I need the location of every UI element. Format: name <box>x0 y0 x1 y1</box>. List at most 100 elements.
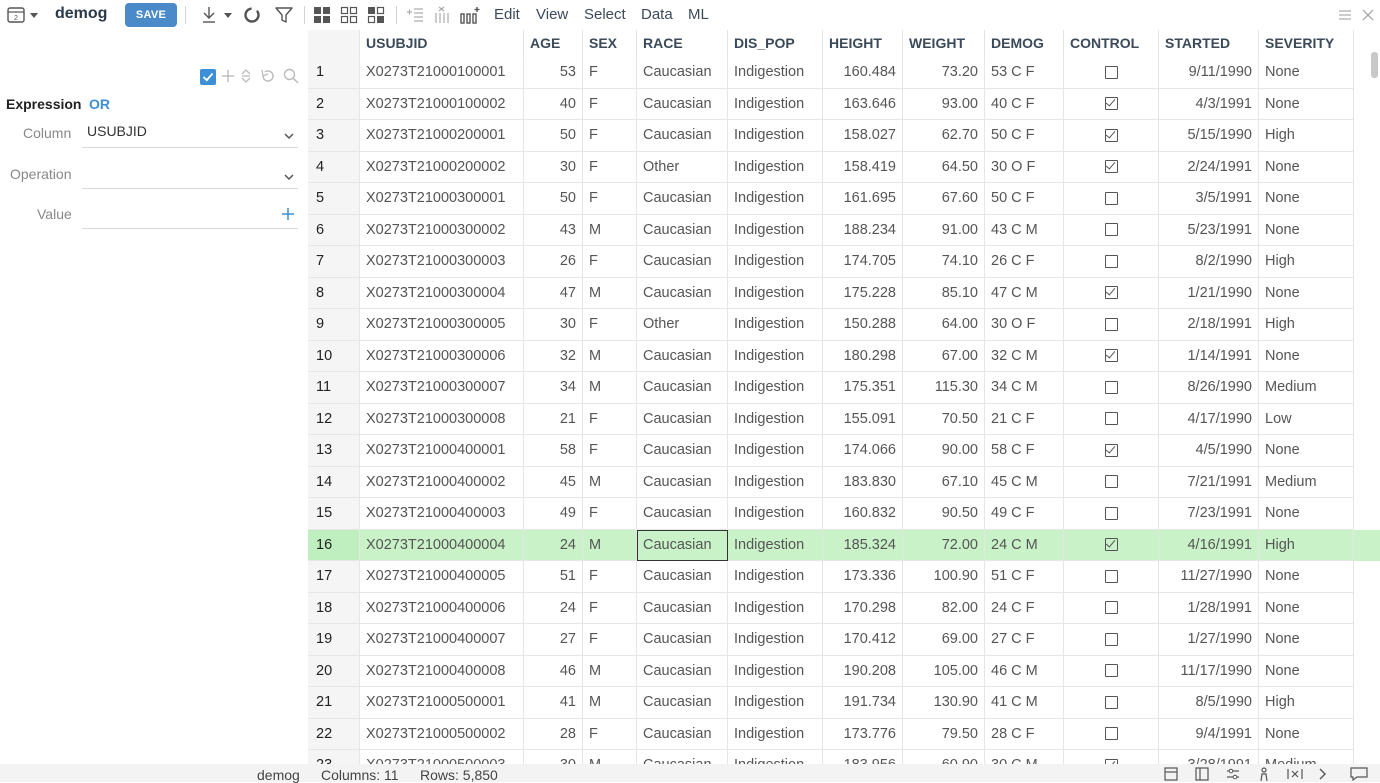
cell-demog[interactable]: 32 C M <box>985 340 1064 372</box>
table-row[interactable]: 12 X0273T21000300008 21 F Caucasian Indigesti… <box>308 403 1380 435</box>
cell-race[interactable]: Caucasian <box>637 403 728 435</box>
cell-sex[interactable]: M <box>583 687 637 719</box>
cell-age[interactable]: 45 <box>524 466 583 498</box>
cell-severity[interactable]: Medium <box>1259 372 1354 404</box>
cell-usubjid[interactable]: X0273T21000100001 <box>360 57 524 89</box>
column-add-icon[interactable] <box>405 5 425 25</box>
cell-started[interactable]: 4/17/1990 <box>1159 403 1259 435</box>
cell-usubjid[interactable]: X0273T21000400002 <box>360 466 524 498</box>
table-row[interactable]: 10 X0273T21000300006 32 M Caucasian Indigesti… <box>308 340 1380 372</box>
caret-down-icon[interactable] <box>223 11 233 19</box>
cell-usubjid[interactable]: X0273T21000300004 <box>360 277 524 309</box>
cell-demog[interactable]: 50 C F <box>985 183 1064 215</box>
cell-race[interactable]: Caucasian <box>637 435 728 467</box>
settings-sliders-icon[interactable] <box>1225 767 1241 781</box>
menu-view[interactable]: View <box>536 6 568 23</box>
cell-weight[interactable]: 67.00 <box>903 340 985 372</box>
checkbox-checked[interactable] <box>1104 286 1118 300</box>
download-icon[interactable] <box>199 6 219 24</box>
cell-weight[interactable]: 115.30 <box>903 372 985 404</box>
checkbox-unchecked[interactable] <box>1104 695 1118 709</box>
cell-demog[interactable]: 30 O F <box>985 309 1064 341</box>
cell-control[interactable] <box>1064 655 1159 687</box>
cell-started[interactable]: 1/14/1991 <box>1159 340 1259 372</box>
cell-control[interactable] <box>1064 687 1159 719</box>
cell-severity[interactable]: None <box>1259 214 1354 246</box>
cell-started[interactable]: 4/5/1990 <box>1159 435 1259 467</box>
cell-dis-pop[interactable]: Indigestion <box>728 624 823 656</box>
cell-severity[interactable]: None <box>1259 592 1354 624</box>
cell-severity[interactable]: None <box>1259 561 1354 593</box>
cell-usubjid[interactable]: X0273T21000300002 <box>360 214 524 246</box>
cell-height[interactable]: 160.484 <box>823 57 903 89</box>
cell-started[interactable]: 4/3/1991 <box>1159 88 1259 120</box>
cell-control[interactable] <box>1064 435 1159 467</box>
cell-demog[interactable]: 58 C F <box>985 435 1064 467</box>
table-row[interactable]: 19 X0273T21000400007 27 F Caucasian Indigesti… <box>308 624 1380 656</box>
cell-sex[interactable]: F <box>583 624 637 656</box>
cell-control[interactable] <box>1064 750 1159 764</box>
table-row[interactable]: 18 X0273T21000400006 24 F Caucasian Indigesti… <box>308 592 1380 624</box>
cell-started[interactable]: 9/11/1990 <box>1159 57 1259 89</box>
cell-dis-pop[interactable]: Indigestion <box>728 88 823 120</box>
menu-data[interactable]: Data <box>641 6 673 23</box>
cell-weight[interactable]: 90.50 <box>903 498 985 530</box>
cell-race[interactable]: Caucasian <box>637 214 728 246</box>
cell-demog[interactable]: 46 C M <box>985 655 1064 687</box>
cell-demog[interactable]: 51 C F <box>985 561 1064 593</box>
cell-sex[interactable]: F <box>583 718 637 750</box>
cell-demog[interactable]: 28 C F <box>985 718 1064 750</box>
cell-severity[interactable]: None <box>1259 718 1354 750</box>
cell-usubjid[interactable]: X0273T21000400005 <box>360 561 524 593</box>
cell-started[interactable]: 5/23/1991 <box>1159 214 1259 246</box>
form-view-icon[interactable] <box>1194 767 1210 781</box>
cell-race[interactable]: Caucasian <box>637 340 728 372</box>
cell-sex[interactable]: F <box>583 561 637 593</box>
cell-age[interactable]: 32 <box>524 340 583 372</box>
checkbox-unchecked[interactable] <box>1104 664 1118 678</box>
cell-demog[interactable]: 53 C F <box>985 57 1064 89</box>
cell-height[interactable]: 190.208 <box>823 655 903 687</box>
cell-sex[interactable]: M <box>583 372 637 404</box>
cell-control[interactable] <box>1064 624 1159 656</box>
column-header[interactable]: DIS_POP <box>728 30 823 57</box>
cell-sex[interactable]: M <box>583 277 637 309</box>
cell-usubjid[interactable]: X0273T21000200002 <box>360 151 524 183</box>
row-number[interactable]: 13 <box>308 435 360 467</box>
cell-dis-pop[interactable]: Indigestion <box>728 120 823 152</box>
cell-started[interactable]: 1/27/1990 <box>1159 624 1259 656</box>
checkbox-checked[interactable] <box>1104 97 1118 111</box>
cell-usubjid[interactable]: X0273T21000300001 <box>360 183 524 215</box>
cell-race[interactable]: Caucasian <box>637 120 728 152</box>
cell-height[interactable]: 170.298 <box>823 592 903 624</box>
cell-control[interactable] <box>1064 529 1159 561</box>
cell-age[interactable]: 51 <box>524 561 583 593</box>
cell-weight[interactable]: 67.10 <box>903 466 985 498</box>
row-number[interactable]: 6 <box>308 214 360 246</box>
row-number[interactable]: 12 <box>308 403 360 435</box>
cell-demog[interactable]: 47 C M <box>985 277 1064 309</box>
cell-age[interactable]: 27 <box>524 624 583 656</box>
cell-started[interactable]: 11/17/1990 <box>1159 655 1259 687</box>
checkbox-checked[interactable] <box>1104 443 1118 457</box>
cell-severity[interactable]: High <box>1259 120 1354 152</box>
cell-started[interactable]: 2/24/1991 <box>1159 151 1259 183</box>
cell-age[interactable]: 46 <box>524 655 583 687</box>
cell-usubjid[interactable]: X0273T21000400004 <box>360 529 524 561</box>
cell-started[interactable]: 4/16/1991 <box>1159 529 1259 561</box>
cell-sex[interactable]: F <box>583 435 637 467</box>
cell-dis-pop[interactable]: Indigestion <box>728 498 823 530</box>
search-icon[interactable] <box>282 68 300 84</box>
cell-dis-pop[interactable]: Indigestion <box>728 151 823 183</box>
menu-select[interactable]: Select <box>584 6 626 23</box>
filter-icon[interactable] <box>274 5 294 25</box>
cell-weight[interactable]: 91.00 <box>903 214 985 246</box>
cell-dis-pop[interactable]: Indigestion <box>728 340 823 372</box>
cell-demog[interactable]: 21 C F <box>985 403 1064 435</box>
operation-select[interactable] <box>82 160 298 189</box>
cell-sex[interactable]: F <box>583 592 637 624</box>
cell-dis-pop[interactable]: Indigestion <box>728 561 823 593</box>
column-select[interactable]: USUBJID <box>82 119 298 148</box>
comment-icon[interactable] <box>1349 766 1369 782</box>
cell-race[interactable]: Caucasian <box>637 529 728 561</box>
